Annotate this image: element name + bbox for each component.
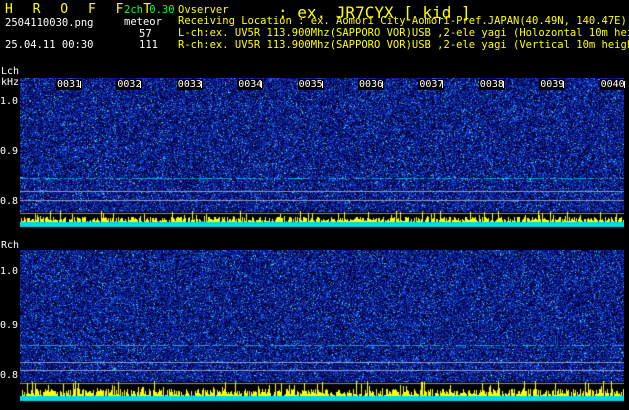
minute-tick [623, 81, 625, 88]
rch-tick-3: 0.8 [0, 370, 19, 381]
minute-mark: 0032 [116, 79, 143, 90]
location-info: Receiving Location : ex. Aomori City Aom… [178, 15, 627, 27]
rch-info: R-ch:ex. UV5R 113.900Mhz(SAPPORO VOR)USB… [178, 39, 629, 51]
lch-tick-3: 0.8 [0, 196, 19, 207]
minute-tick [80, 81, 81, 88]
minute-mark: 0038 [478, 79, 505, 90]
minute-tick [502, 81, 504, 88]
minute-tick [321, 81, 323, 88]
minute-tick [442, 81, 444, 88]
observer-label: Ovserver [178, 4, 229, 16]
rch-spectrogram [20, 250, 624, 404]
channel-time-label: 2ch 0.30 [124, 4, 175, 16]
minute-tick [261, 81, 263, 88]
filename-label: 2504110030.png [5, 17, 94, 29]
minute-mark: 0035 [297, 79, 324, 90]
lch-tick-1: 1.0 [0, 96, 19, 107]
minute-mark: 0034 [237, 79, 264, 90]
minute-mark: 0036 [358, 79, 385, 90]
lch-info: L-ch:ex. UV5R 113.900Mhz(SAPPORO VOR)USB… [178, 27, 629, 39]
lch-unit: kHz [1, 77, 20, 88]
minute-tick [382, 81, 383, 88]
datetime-label: 25.04.11 00:30 [5, 39, 94, 51]
meteor-label: meteor [124, 16, 162, 28]
rch-label: Rch [1, 240, 20, 251]
minute-mark: 0037 [418, 79, 445, 90]
lch-meteor-count: 57 [139, 28, 152, 40]
minute-mark: 0033 [176, 79, 203, 90]
rch-tick-1: 1.0 [0, 266, 19, 277]
rch-tick-2: 0.9 [0, 320, 19, 331]
minute-tick [200, 81, 202, 88]
minute-tick [563, 81, 565, 88]
lch-spectrogram [20, 78, 624, 230]
minute-mark: 0039 [539, 79, 566, 90]
minute-mark: 0040 [599, 79, 626, 90]
lch-tick-2: 0.9 [0, 146, 19, 157]
rch-meteor-count: 111 [139, 39, 158, 51]
minute-mark: 0031 [56, 79, 83, 90]
lch-label: Lch [1, 66, 20, 77]
minute-tick [140, 81, 142, 88]
